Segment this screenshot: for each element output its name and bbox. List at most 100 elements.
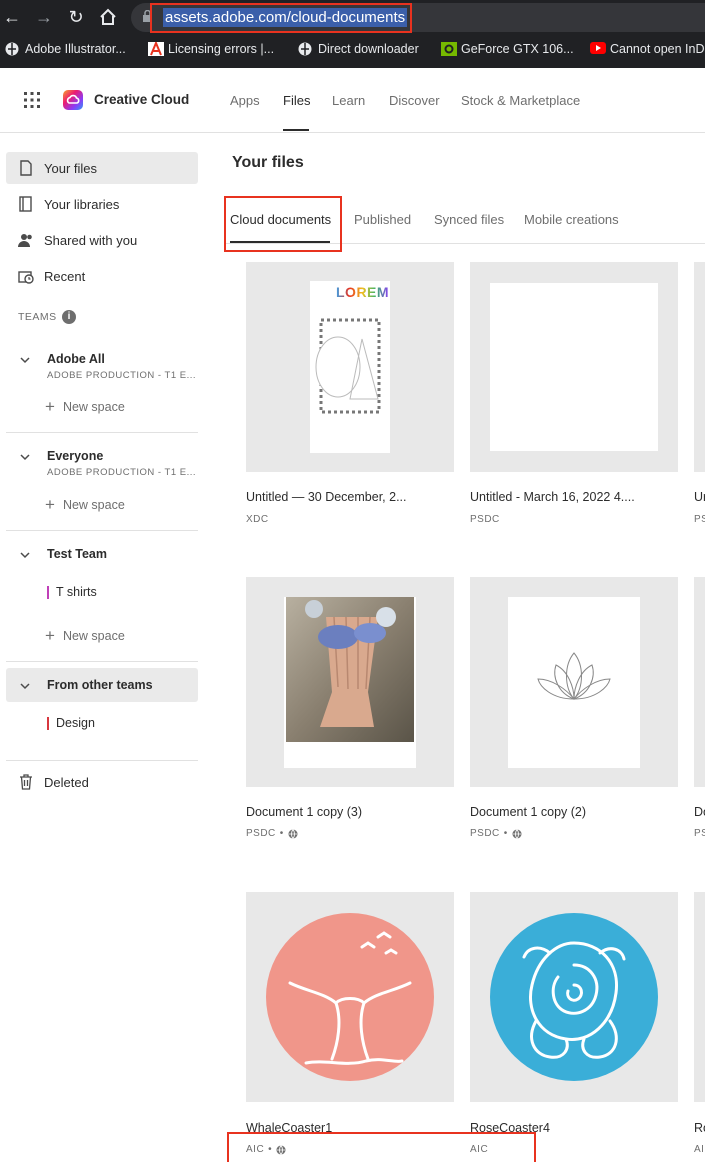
forward-icon[interactable]: → [32, 5, 56, 29]
new-space-button[interactable]: + New space [45, 626, 125, 646]
plus-icon: + [45, 495, 55, 514]
sidebar-item-label: Deleted [44, 774, 89, 790]
team-org-label: ADOBE PRODUCTION - T1 E... [47, 370, 197, 381]
chevron-down-icon[interactable] [19, 680, 31, 692]
app-switcher-icon[interactable] [24, 92, 40, 108]
file-thumbnail[interactable] [470, 577, 678, 787]
file-thumbnail[interactable]: LOREM [246, 262, 454, 472]
file-type: PSDC [470, 514, 500, 525]
file-title[interactable]: Document 1 copy (2) [470, 805, 586, 819]
file-title[interactable]: Untitled — 30 December, 2... [246, 490, 407, 504]
nav-learn[interactable]: Learn [332, 93, 365, 108]
separator-dot: • [279, 828, 284, 839]
file-thumbnail[interactable] [694, 262, 705, 472]
file-thumbnail[interactable] [246, 892, 454, 1102]
sidebar-item-shared-with-you[interactable]: Shared with you [6, 224, 198, 256]
nav-stock-marketplace[interactable]: Stock & Marketplace [461, 93, 580, 108]
file-title[interactable]: Untitled - March 16, 2022 4.... [470, 490, 635, 504]
sidebar-item-deleted[interactable]: Deleted [6, 766, 198, 798]
bookmark-item[interactable]: Cannot open InD [590, 40, 705, 58]
file-title[interactable]: Document 1 copy (3) [246, 805, 362, 819]
file-title[interactable]: Ro [694, 1121, 705, 1135]
file-meta: PSDC • [470, 828, 522, 839]
nav-apps[interactable]: Apps [230, 93, 260, 108]
sidebar: Your files Your libraries Shared with yo… [0, 133, 210, 1162]
tab-published[interactable]: Published [354, 212, 411, 227]
sidebar-item-your-libraries[interactable]: Your libraries [6, 188, 198, 220]
nav-discover[interactable]: Discover [389, 93, 440, 108]
brand-name[interactable]: Creative Cloud [94, 92, 189, 107]
home-icon[interactable] [96, 5, 120, 29]
file-title[interactable]: Ur [694, 490, 705, 504]
recent-icon [18, 271, 34, 284]
file-thumbnail[interactable] [470, 892, 678, 1102]
trash-icon [20, 774, 32, 790]
page-title: Your files [232, 154, 304, 171]
globe-icon [512, 828, 522, 839]
space-item-design[interactable]: Design [47, 716, 95, 730]
divider [6, 432, 198, 433]
tab-highlight-box [224, 196, 342, 252]
space-color-bar [47, 717, 49, 730]
nvidia-icon [441, 42, 457, 56]
chevron-down-icon[interactable] [19, 451, 31, 463]
team-everyone[interactable]: Everyone [47, 449, 103, 463]
file-meta: PSDC [470, 514, 500, 525]
creative-cloud-logo-icon [63, 90, 83, 110]
bookmark-label: Cannot open InD [610, 42, 705, 56]
divider [6, 661, 198, 662]
hand-photo [286, 597, 414, 742]
library-icon [19, 196, 32, 212]
sidebar-item-your-files[interactable]: Your files [6, 152, 198, 184]
team-test-team[interactable]: Test Team [47, 547, 107, 561]
meta-highlight-box [227, 1132, 536, 1162]
tab-synced-files[interactable]: Synced files [434, 212, 504, 227]
file-type: PS [694, 514, 705, 525]
new-space-label: New space [62, 498, 125, 512]
globe-icon [288, 828, 298, 839]
file-thumbnail[interactable] [694, 577, 705, 787]
teams-heading: TEAMS [18, 311, 57, 323]
adobe-icon [148, 40, 164, 56]
artboard [490, 283, 658, 451]
plus-icon: + [45, 397, 55, 416]
sidebar-item-label: Recent [44, 268, 86, 284]
team-from-other-teams[interactable]: From other teams [47, 678, 153, 692]
space-label: Design [56, 716, 95, 730]
file-type: PSDC [246, 828, 276, 839]
nav-active-indicator [283, 129, 309, 131]
info-icon[interactable]: i [62, 310, 76, 324]
lotus-sketch [537, 652, 611, 700]
youtube-icon [590, 42, 606, 56]
sidebar-item-label: Shared with you [44, 232, 138, 248]
whale-coaster-art [266, 913, 434, 1081]
bookmark-item[interactable]: Adobe Illustrator... [5, 40, 126, 58]
file-title[interactable]: Do [694, 805, 705, 819]
bookmark-item[interactable]: Direct downloader [298, 40, 419, 58]
new-space-button[interactable]: + New space [45, 495, 125, 515]
team-adobe-all[interactable]: Adobe All [47, 352, 105, 366]
new-space-button[interactable]: + New space [45, 397, 125, 417]
bookmark-label: Direct downloader [318, 42, 419, 56]
space-item-t-shirts[interactable]: T shirts [47, 585, 97, 599]
bookmark-label: GeForce GTX 106... [461, 42, 574, 56]
file-type: AIC [694, 1144, 705, 1155]
team-org-label: ADOBE PRODUCTION - T1 E... [47, 467, 197, 478]
file-thumbnail[interactable] [470, 262, 678, 472]
back-icon[interactable]: ← [0, 5, 24, 29]
sidebar-item-label: Your files [44, 160, 97, 176]
reload-icon[interactable]: ↻ [64, 5, 88, 29]
url-highlight-box [150, 3, 412, 33]
chevron-down-icon[interactable] [19, 549, 31, 561]
sidebar-item-recent[interactable]: Recent [6, 260, 198, 292]
file-thumbnail[interactable] [694, 892, 705, 1102]
bookmark-label: Adobe Illustrator... [25, 42, 126, 56]
file-thumbnail[interactable] [246, 577, 454, 787]
bookmark-item[interactable]: Licensing errors |... [148, 40, 274, 58]
plus-icon: + [45, 626, 55, 645]
chevron-down-icon[interactable] [19, 354, 31, 366]
nav-files[interactable]: Files [283, 93, 310, 108]
bookmark-item[interactable]: GeForce GTX 106... [441, 40, 574, 58]
people-icon [18, 234, 32, 247]
tab-mobile-creations[interactable]: Mobile creations [524, 212, 619, 227]
